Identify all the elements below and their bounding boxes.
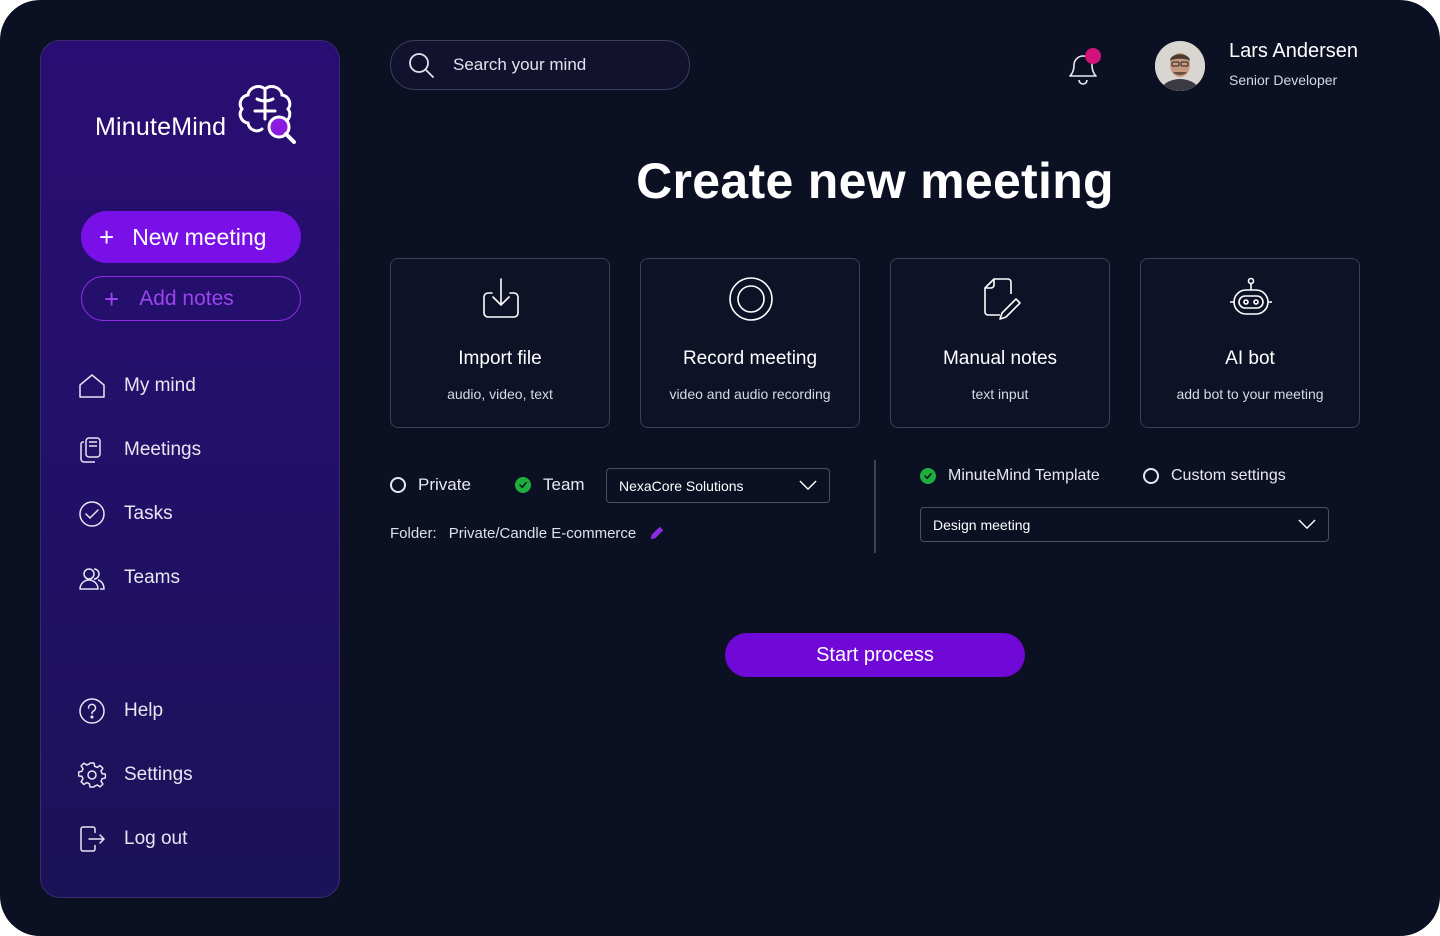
- folder-value: Private/Candle E-commerce: [448, 524, 637, 542]
- folder-path: Folder: Private/Candle E-commerce: [390, 524, 666, 542]
- user-photo-icon: [1155, 41, 1205, 91]
- card-title: Manual notes: [942, 348, 1058, 369]
- logo-text: MinuteMind: [95, 113, 227, 141]
- radio-checked-icon: [920, 468, 936, 484]
- bell-icon[interactable]: [1062, 46, 1104, 86]
- private-label: Private: [418, 475, 471, 494]
- vertical-divider: [874, 460, 876, 553]
- user-name: Lars Andersen: [1229, 40, 1358, 62]
- minutemind-template-radio[interactable]: MinuteMind Template: [920, 467, 1100, 485]
- robot-icon: [1230, 277, 1272, 315]
- home-icon: [79, 374, 105, 398]
- sidebar-item-my-mind[interactable]: My mind: [78, 370, 196, 402]
- notification-badge: [1085, 48, 1101, 64]
- team-select[interactable]: NexaCore Solutions: [606, 468, 830, 503]
- team-radio[interactable]: Team: [515, 475, 585, 495]
- record-meeting-card[interactable]: Record meeting video and audio recording: [640, 258, 860, 428]
- sidebar-item-logout[interactable]: Log out: [78, 823, 187, 855]
- chevron-down-icon: [1298, 519, 1316, 530]
- import-file-card[interactable]: Import file audio, video, text: [390, 258, 610, 428]
- add-notes-label: Add notes: [139, 286, 234, 310]
- card-title: Record meeting: [682, 348, 818, 369]
- radio-unchecked-icon: [390, 477, 406, 493]
- avatar[interactable]: [1155, 41, 1205, 91]
- manual-notes-card[interactable]: Manual notes text input: [890, 258, 1110, 428]
- download-icon: [483, 278, 519, 318]
- ai-bot-card[interactable]: AI bot add bot to your meeting: [1140, 258, 1360, 428]
- edit-document-icon: [984, 278, 1021, 320]
- sidebar: MinuteMind + New meeting + Add notes My …: [40, 40, 340, 898]
- app-window: MinuteMind + New meeting + Add notes My …: [0, 0, 1440, 936]
- start-process-button[interactable]: Start process: [725, 633, 1025, 677]
- sidebar-item-label: Log out: [124, 828, 188, 849]
- sidebar-item-label: Teams: [124, 567, 180, 588]
- sidebar-item-label: My mind: [124, 375, 196, 396]
- private-radio[interactable]: Private: [390, 475, 471, 495]
- radio-checked-icon: [515, 477, 531, 493]
- card-subtitle: video and audio recording: [669, 386, 831, 402]
- sidebar-item-teams[interactable]: Teams: [78, 562, 180, 594]
- folder-label: Folder:: [390, 524, 437, 542]
- logout-icon: [80, 826, 106, 852]
- sidebar-item-help[interactable]: Help: [78, 695, 163, 727]
- sidebar-item-label: Tasks: [124, 503, 173, 524]
- add-notes-button[interactable]: + Add notes: [81, 276, 301, 321]
- plus-icon: +: [104, 283, 120, 314]
- radio-unchecked-icon: [1143, 468, 1159, 484]
- help-icon: [79, 698, 105, 724]
- sidebar-item-tasks[interactable]: Tasks: [78, 498, 173, 530]
- documents-icon: [80, 437, 101, 463]
- card-subtitle: audio, video, text: [447, 386, 553, 402]
- record-icon: [729, 277, 773, 321]
- search-input[interactable]: Search your mind: [390, 40, 690, 90]
- sidebar-item-settings[interactable]: Settings: [78, 759, 193, 791]
- search-placeholder: Search your mind: [453, 55, 587, 74]
- template-select[interactable]: Design meeting: [920, 507, 1329, 542]
- team-select-value: NexaCore Solutions: [619, 477, 744, 494]
- gear-icon: [78, 762, 106, 788]
- new-meeting-label: New meeting: [132, 223, 267, 250]
- sidebar-item-label: Settings: [124, 764, 193, 785]
- logo[interactable]: MinuteMind: [95, 81, 305, 151]
- pencil-icon[interactable]: [648, 524, 666, 542]
- new-meeting-button[interactable]: + New meeting: [81, 211, 301, 263]
- sidebar-item-label: Meetings: [124, 439, 202, 460]
- search-icon: [409, 53, 434, 78]
- template-select-value: Design meeting: [933, 516, 1031, 533]
- page-title: Create new meeting: [636, 153, 1114, 209]
- users-icon: [79, 568, 105, 590]
- custom-settings-radio[interactable]: Custom settings: [1143, 467, 1286, 485]
- minutemind-template-label: MinuteMind Template: [948, 467, 1100, 484]
- plus-icon: +: [99, 222, 115, 252]
- check-circle-icon: [79, 501, 105, 527]
- sidebar-item-label: Help: [124, 700, 164, 721]
- card-subtitle: text input: [971, 386, 1029, 402]
- card-title: Import file: [458, 348, 542, 369]
- custom-settings-label: Custom settings: [1171, 467, 1286, 484]
- sidebar-item-meetings[interactable]: Meetings: [78, 434, 201, 466]
- card-title: AI bot: [1225, 348, 1275, 369]
- user-role: Senior Developer: [1229, 72, 1338, 88]
- card-subtitle: add bot to your meeting: [1176, 386, 1324, 402]
- brain-search-icon: [238, 85, 296, 144]
- team-label: Team: [543, 475, 585, 494]
- chevron-down-icon: [799, 480, 817, 491]
